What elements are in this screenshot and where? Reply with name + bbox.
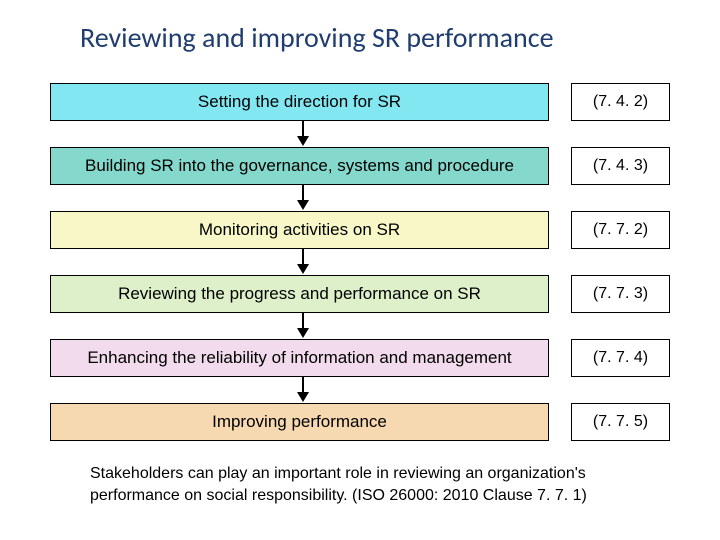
arrow-down xyxy=(50,121,670,147)
arrow-down xyxy=(50,313,670,339)
ref-box: (7. 7. 4) xyxy=(571,339,670,377)
arrow-down xyxy=(50,377,670,403)
ref-box: (7. 7. 2) xyxy=(571,211,670,249)
arrow-down-icon xyxy=(295,313,311,339)
step-row: Enhancing the reliability of information… xyxy=(50,339,670,377)
step-row: Improving performance (7. 7. 5) xyxy=(50,403,670,441)
ref-box: (7. 4. 3) xyxy=(571,147,670,185)
arrow-down-icon xyxy=(295,249,311,275)
step-box-monitoring: Monitoring activities on SR xyxy=(50,211,549,249)
footnote-text: Stakeholders can play an important role … xyxy=(90,463,650,506)
arrow-down-icon xyxy=(295,377,311,403)
step-box-improving-performance: Improving performance xyxy=(50,403,549,441)
step-box-reviewing-progress: Reviewing the progress and performance o… xyxy=(50,275,549,313)
step-box-setting-direction: Setting the direction for SR xyxy=(50,83,549,121)
step-row: Reviewing the progress and performance o… xyxy=(50,275,670,313)
ref-box: (7. 7. 5) xyxy=(571,403,670,441)
step-row: Setting the direction for SR (7. 4. 2) xyxy=(50,83,670,121)
ref-box: (7. 4. 2) xyxy=(571,83,670,121)
arrow-down-icon xyxy=(295,185,311,211)
step-box-building-governance: Building SR into the governance, systems… xyxy=(50,147,549,185)
ref-box: (7. 7. 3) xyxy=(571,275,670,313)
step-box-enhancing-reliability: Enhancing the reliability of information… xyxy=(50,339,549,377)
arrow-down xyxy=(50,249,670,275)
page-title: Reviewing and improving SR performance xyxy=(80,20,670,55)
step-row: Building SR into the governance, systems… xyxy=(50,147,670,185)
arrow-down xyxy=(50,185,670,211)
arrow-down-icon xyxy=(295,121,311,147)
step-row: Monitoring activities on SR (7. 7. 2) xyxy=(50,211,670,249)
